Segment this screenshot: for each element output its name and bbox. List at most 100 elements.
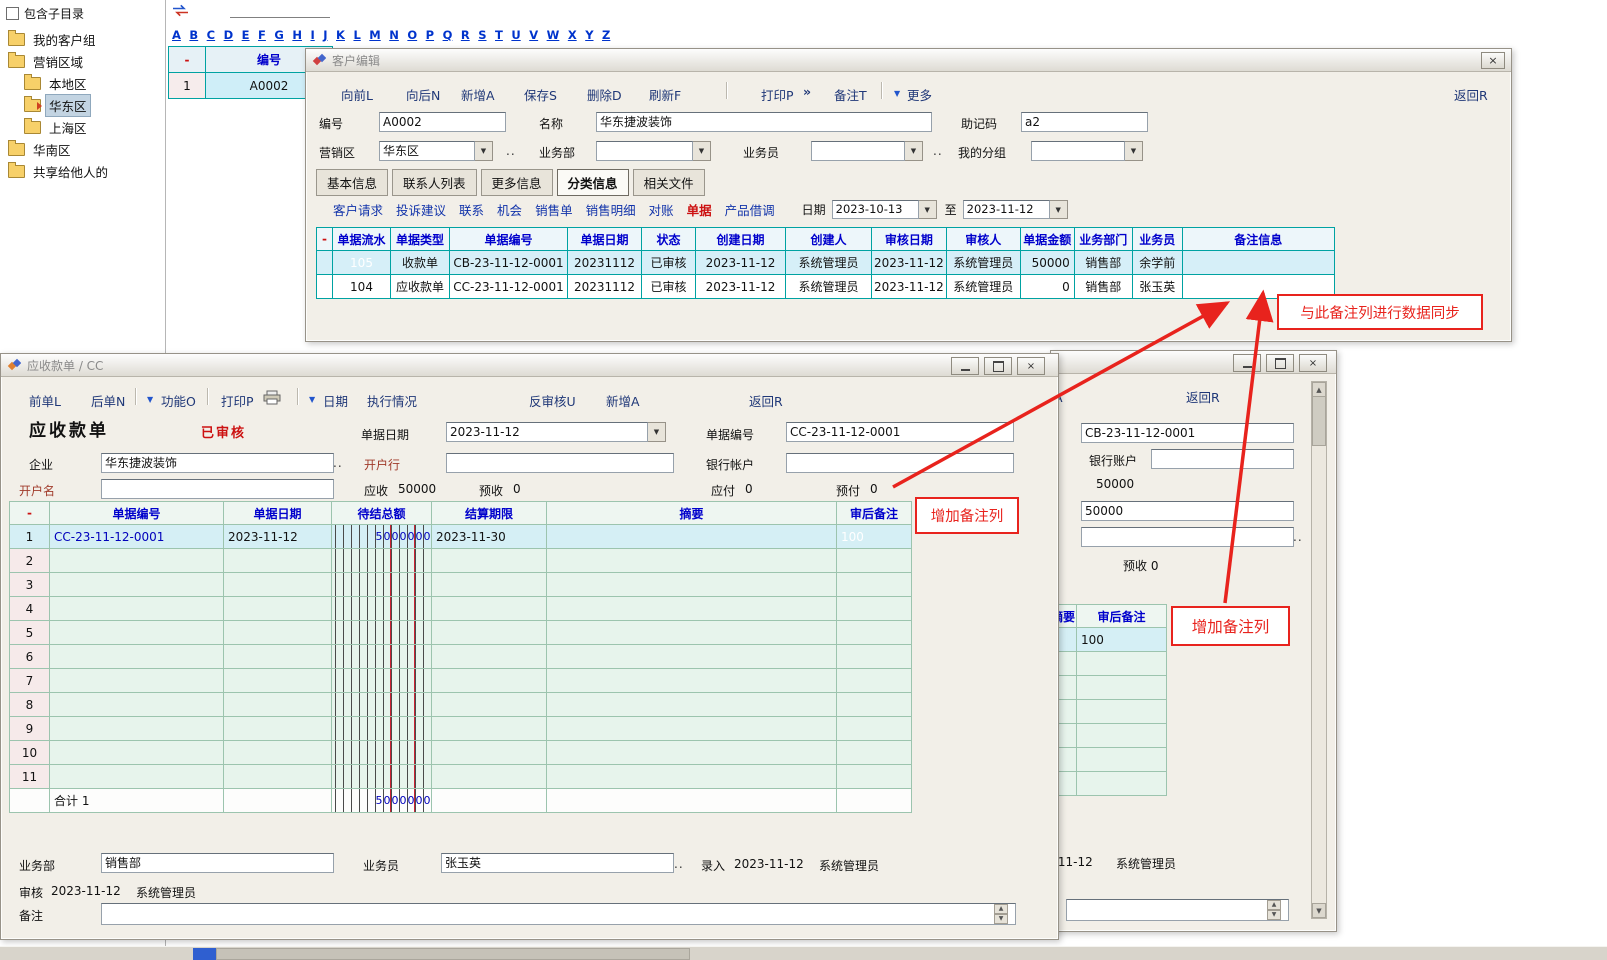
tab-classification[interactable]: 分类信息: [557, 169, 629, 196]
alphabet-letter-X[interactable]: X: [568, 28, 577, 42]
alphabet-letter-N[interactable]: N: [389, 28, 399, 42]
detail-row[interactable]: [1052, 700, 1167, 724]
doc-date-picker[interactable]: 2023-11-12▼: [446, 422, 666, 442]
post-audit-remark-cell[interactable]: [1077, 748, 1167, 772]
close-icon[interactable]: ×: [1481, 52, 1505, 69]
include-subdir-checkbox[interactable]: [6, 7, 19, 20]
doc-no-cell[interactable]: [50, 645, 224, 669]
alphabet-letter-G[interactable]: G: [274, 28, 283, 42]
maximize-button[interactable]: [984, 357, 1012, 375]
doc-date-cell[interactable]: [224, 621, 332, 645]
alphabet-letter-J[interactable]: J: [323, 28, 327, 42]
toolbar-remark-button[interactable]: 备注T: [834, 85, 867, 104]
bank-account-input[interactable]: [786, 453, 1014, 473]
doc-table-cell[interactable]: 应收款单: [391, 275, 450, 299]
amount-input[interactable]: 50000: [1081, 501, 1294, 521]
doc-table-col-header[interactable]: 创建人: [786, 228, 872, 251]
bank-account-input[interactable]: [1151, 449, 1294, 469]
alphabet-letter-W[interactable]: W: [547, 28, 560, 42]
doc-table-cell[interactable]: 销售部: [1074, 251, 1132, 275]
post-audit-remark-cell[interactable]: [1077, 652, 1167, 676]
ellipsis-button[interactable]: ..: [1293, 530, 1303, 544]
sidebar-item-4[interactable]: 上海区: [0, 116, 165, 138]
subtab-documents[interactable]: 单据: [687, 200, 712, 219]
receivable-window-titlebar[interactable]: 应收款单 / CC ×: [1, 354, 1058, 377]
sidebar-item-1[interactable]: 营销区域: [0, 50, 165, 72]
detail-row[interactable]: 100: [1052, 628, 1167, 652]
detail-col-header[interactable]: 单据日期: [224, 502, 332, 525]
ellipsis-button[interactable]: ..: [933, 144, 943, 158]
amount-cell[interactable]: [332, 549, 432, 573]
toolbar-refresh-button[interactable]: 刷新F: [649, 85, 681, 104]
doc-date-cell[interactable]: [224, 549, 332, 573]
doc-no-cell[interactable]: [50, 597, 224, 621]
subtab-sales-detail[interactable]: 销售明细: [586, 200, 636, 219]
date-from-picker[interactable]: 2023-10-13▼: [832, 200, 937, 219]
detail-row[interactable]: [1052, 724, 1167, 748]
alphabet-letter-H[interactable]: H: [292, 28, 302, 42]
doc-table-cell[interactable]: 已审核: [642, 275, 696, 299]
alphabet-letter-O[interactable]: O: [407, 28, 417, 42]
summary-cell[interactable]: [547, 669, 837, 693]
deadline-cell[interactable]: [432, 693, 547, 717]
ellipsis-button[interactable]: ..: [506, 144, 516, 158]
toolbar-functions-button[interactable]: 功能O: [161, 391, 196, 410]
amount-cell[interactable]: 5000000: [332, 789, 432, 813]
close-icon[interactable]: ×: [1299, 354, 1327, 372]
printer-icon[interactable]: [263, 390, 281, 408]
doc-table-col-header[interactable]: -: [317, 228, 333, 251]
alphabet-letter-U[interactable]: U: [511, 28, 520, 42]
post-audit-remark-cell[interactable]: [837, 549, 912, 573]
doc-table-cell[interactable]: 系统管理员: [946, 251, 1020, 275]
amount-cell[interactable]: [332, 717, 432, 741]
doc-table-cell[interactable]: 20231112: [568, 251, 642, 275]
doc-no-cell[interactable]: [50, 573, 224, 597]
spinner-up-icon[interactable]: ▲: [1267, 900, 1281, 910]
doc-date-cell[interactable]: [224, 597, 332, 621]
name-input[interactable]: 华东捷波装饰: [596, 112, 932, 132]
toolbar-next-doc-button[interactable]: 后单N: [91, 391, 125, 410]
doc-table-cell[interactable]: 系统管理员: [786, 251, 872, 275]
receipt-window-titlebar[interactable]: ×: [1051, 351, 1336, 374]
bank-input[interactable]: [446, 453, 674, 473]
scroll-down-icon[interactable]: ▼: [1312, 903, 1326, 918]
row-number-cell[interactable]: 5: [10, 621, 50, 645]
alphabet-letter-E[interactable]: E: [242, 28, 250, 42]
alphabet-letter-M[interactable]: M: [369, 28, 380, 42]
detail-row[interactable]: [1052, 652, 1167, 676]
alphabet-letter-Y[interactable]: Y: [585, 28, 593, 42]
company-input[interactable]: 华东捷波装饰: [101, 453, 334, 473]
amount-cell[interactable]: [332, 765, 432, 789]
customer-row-index[interactable]: 1: [169, 73, 206, 99]
row-number-cell[interactable]: 2: [10, 549, 50, 573]
detail-row[interactable]: 5: [10, 621, 912, 645]
minimize-button[interactable]: [951, 357, 979, 375]
alphabet-letter-C[interactable]: C: [207, 28, 215, 42]
doc-table-col-header[interactable]: 单据日期: [568, 228, 642, 251]
post-audit-remark-cell[interactable]: [837, 765, 912, 789]
alphabet-letter-A[interactable]: A: [172, 28, 181, 42]
doc-table-cell[interactable]: 系统管理员: [946, 275, 1020, 299]
alphabet-letter-V[interactable]: V: [529, 28, 538, 42]
subtab-opportunity[interactable]: 机会: [497, 200, 522, 219]
subtab-product-loan[interactable]: 产品借调: [725, 200, 775, 219]
doc-table-col-header[interactable]: 业务员: [1132, 228, 1182, 251]
detail-row[interactable]: 11: [10, 765, 912, 789]
doc-no-cell[interactable]: [50, 741, 224, 765]
doc-table-cell[interactable]: 0: [1020, 275, 1074, 299]
deadline-cell[interactable]: [432, 717, 547, 741]
spinner-down-icon[interactable]: ▼: [1267, 910, 1281, 920]
row-number-cell[interactable]: 8: [10, 693, 50, 717]
deadline-cell[interactable]: [432, 645, 547, 669]
doc-date-cell[interactable]: [224, 741, 332, 765]
doc-table-cell[interactable]: 105: [333, 251, 391, 275]
amount-cell[interactable]: [332, 573, 432, 597]
doc-table-cell[interactable]: 张玉英: [1132, 275, 1182, 299]
doc-table-col-header[interactable]: 单据类型: [391, 228, 450, 251]
toolbar-delete-button[interactable]: 删除D: [587, 85, 622, 104]
code-input[interactable]: A0002: [379, 112, 506, 132]
doc-no-input[interactable]: CB-23-11-12-0001: [1081, 423, 1294, 443]
sync-icon[interactable]: [172, 4, 189, 20]
doc-table-cell[interactable]: 104: [333, 275, 391, 299]
toolbar-save-button[interactable]: 保存S: [524, 85, 557, 104]
